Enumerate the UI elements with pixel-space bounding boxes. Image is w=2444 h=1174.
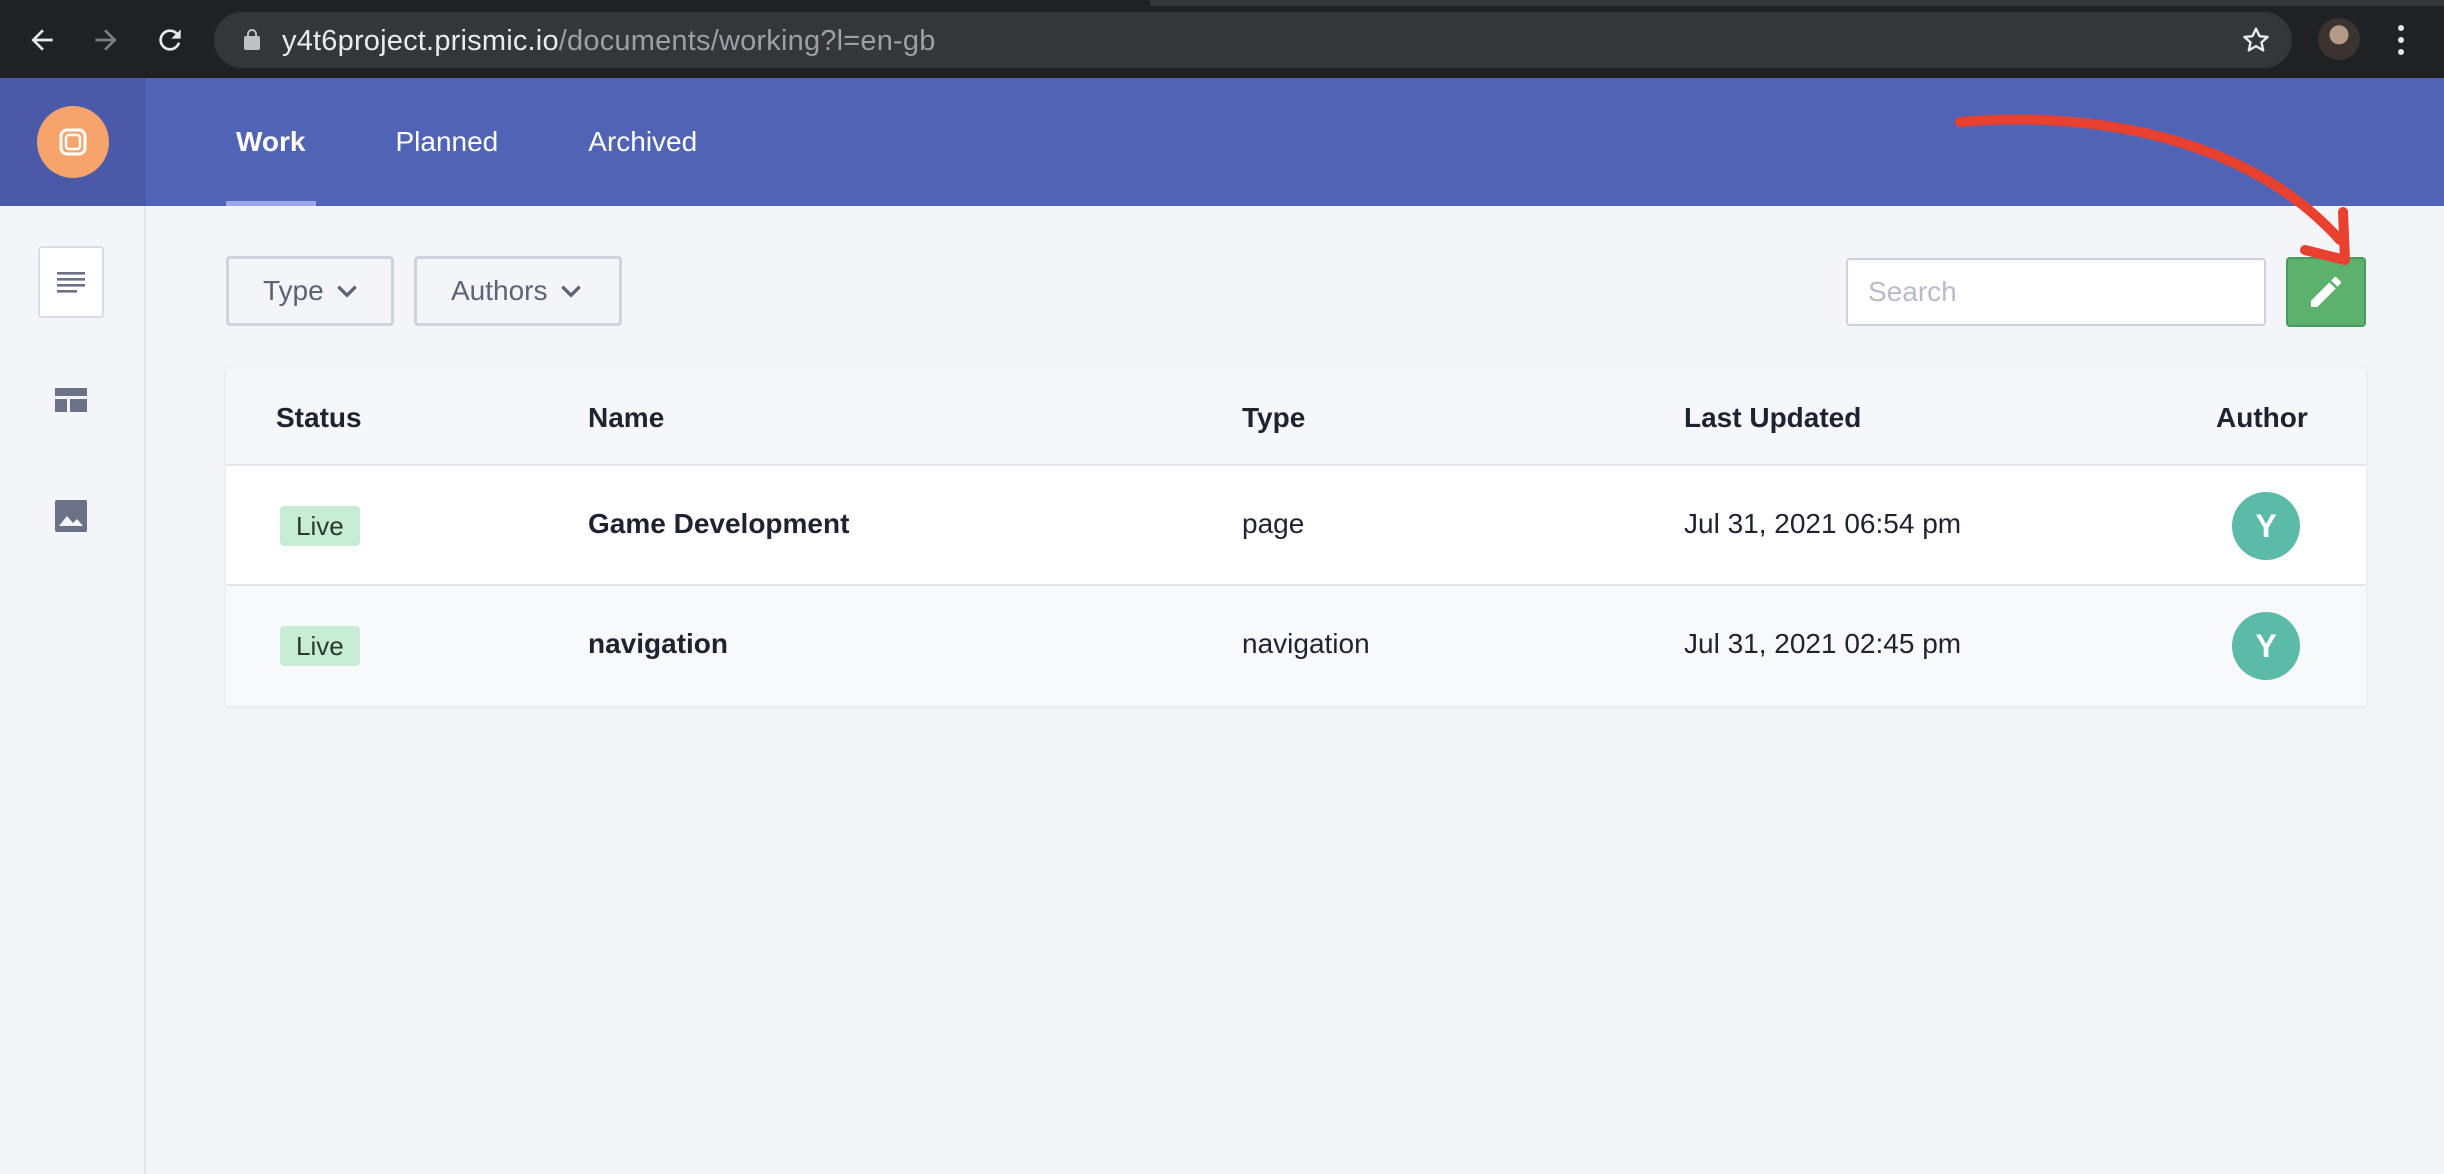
documents-table: Status Name Type Last Updated Author Liv… — [226, 368, 2366, 706]
document-type: page — [1242, 508, 1305, 539]
reload-icon[interactable] — [150, 20, 190, 60]
table-row[interactable]: Live Game Development page Jul 31, 2021 … — [226, 466, 2366, 586]
logo-cell[interactable] — [0, 78, 146, 206]
type-filter-label: Type — [263, 275, 324, 306]
chevron-down-icon — [560, 285, 581, 298]
avatar: Y — [2232, 612, 2300, 680]
new-document-button[interactable] — [2286, 257, 2366, 327]
tab-archived[interactable]: Archived — [578, 78, 707, 206]
documents-icon — [57, 272, 85, 293]
table-header: Status Name Type Last Updated Author — [226, 368, 2366, 466]
pencil-icon — [2311, 276, 2342, 307]
app-header: Work Planned Archived — [0, 78, 2444, 206]
type-filter-dropdown[interactable]: Type — [226, 256, 394, 326]
layout-icon — [55, 388, 87, 412]
document-tabs: Work Planned Archived — [226, 78, 777, 206]
kebab-icon[interactable] — [2386, 20, 2416, 60]
url-text: y4t6project.prismic.io/documents/working… — [282, 25, 936, 58]
column-header-name: Name — [588, 402, 665, 433]
document-name[interactable]: Game Development — [588, 508, 849, 540]
column-header-status: Status — [276, 402, 362, 433]
url-path: /documents/working?l=en-gb — [558, 25, 936, 57]
table-row[interactable]: Live navigation navigation Jul 31, 2021 … — [226, 586, 2366, 706]
document-name[interactable]: navigation — [588, 628, 728, 660]
search-input[interactable] — [1846, 258, 2266, 326]
document-last-updated: Jul 31, 2021 02:45 pm — [1684, 628, 1962, 659]
browser-chrome: y4t6project.prismic.io/documents/working… — [0, 0, 2444, 78]
sidebar-item-media[interactable] — [38, 480, 104, 552]
prismic-logo-icon[interactable] — [37, 106, 109, 178]
authors-filter-label: Authors — [451, 275, 548, 306]
chevron-down-icon — [336, 285, 357, 298]
column-header-type: Type — [1242, 402, 1306, 433]
address-bar[interactable]: y4t6project.prismic.io/documents/working… — [214, 12, 2292, 68]
sidebar-item-documents[interactable] — [38, 246, 104, 318]
url-host: y4t6project.prismic.io — [282, 25, 559, 57]
column-header-author: Author — [2216, 402, 2308, 433]
star-icon[interactable] — [2240, 24, 2272, 56]
image-icon — [55, 500, 87, 532]
browser-tabstrip — [0, 0, 2444, 6]
avatar: Y — [2232, 492, 2300, 560]
document-type: navigation — [1242, 628, 1370, 659]
browser-active-tab[interactable] — [0, 0, 1150, 6]
sidebar — [0, 206, 146, 1174]
sidebar-item-custom-types[interactable] — [38, 364, 104, 436]
authors-filter-dropdown[interactable]: Authors — [414, 256, 622, 326]
arrow-left-icon[interactable] — [22, 20, 62, 60]
status-badge: Live — [280, 506, 360, 546]
arrow-right-icon[interactable] — [86, 20, 126, 60]
profile-avatar[interactable] — [2318, 18, 2360, 60]
tab-work[interactable]: Work — [226, 78, 316, 206]
document-last-updated: Jul 31, 2021 06:54 pm — [1684, 508, 1962, 539]
lock-icon[interactable] — [240, 28, 264, 52]
status-badge: Live — [280, 626, 360, 666]
column-header-last-updated: Last Updated — [1684, 402, 1862, 433]
tab-planned[interactable]: Planned — [386, 78, 509, 206]
